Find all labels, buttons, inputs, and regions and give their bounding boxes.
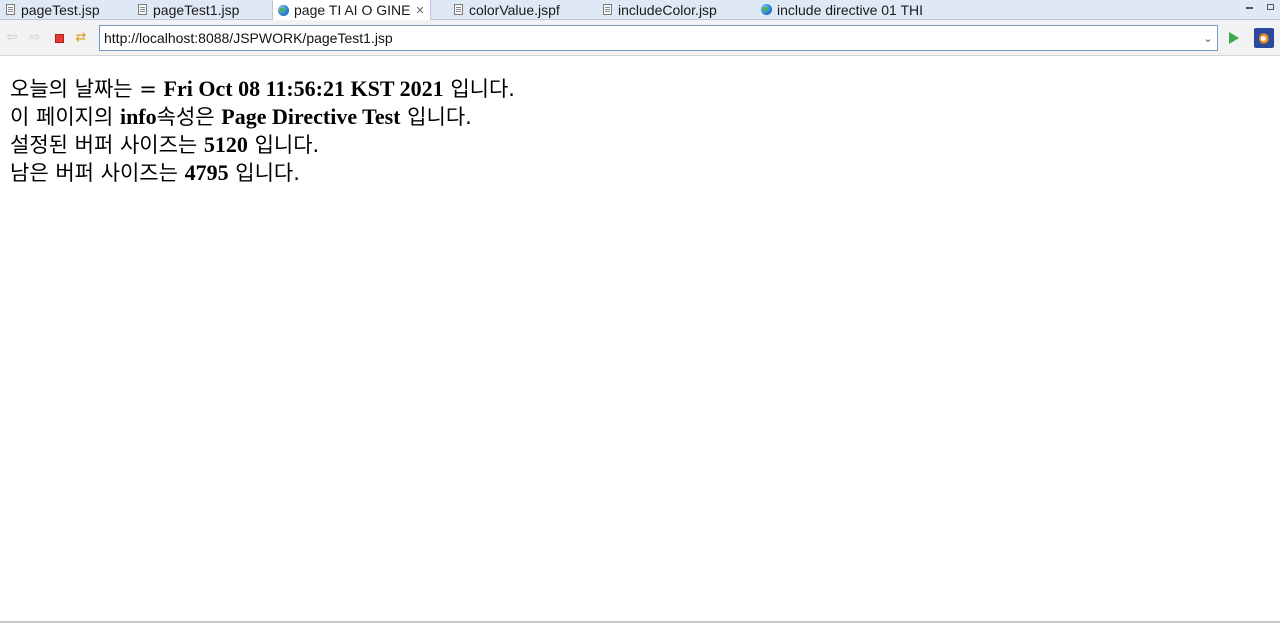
tab-include-directive[interactable]: include directive 01 THI <box>761 0 923 19</box>
stop-icon <box>54 33 64 43</box>
remaining-buffer-label: 남은 버퍼 사이즈는 <box>10 161 185 185</box>
info-keyword: info <box>119 104 157 129</box>
address-bar[interactable]: ⌄ <box>99 25 1218 51</box>
file-icon <box>454 4 463 15</box>
url-input[interactable] <box>100 27 1199 49</box>
info-value: Page Directive Test <box>221 104 401 129</box>
buffer-size-line: 설정된 버퍼 사이즈는 5120 입니다. <box>10 131 1270 159</box>
info-attr-label: 속성은 <box>156 105 222 129</box>
close-icon[interactable]: ✕ <box>415 4 424 17</box>
globe-icon <box>278 4 289 16</box>
go-button[interactable] <box>1226 30 1242 46</box>
tab-includecolor-jsp[interactable]: includeColor.jsp <box>603 0 717 19</box>
file-icon <box>138 4 147 15</box>
tab-label: page TI AI O GINE <box>294 2 411 18</box>
tab-label: colorValue.jspf <box>469 1 560 18</box>
tab-label: includeColor.jsp <box>618 1 717 18</box>
stop-button[interactable] <box>51 30 67 46</box>
play-icon <box>1229 32 1239 44</box>
file-icon <box>6 4 15 15</box>
eclipse-browser-button[interactable] <box>1254 28 1274 48</box>
tab-page-directive-browser[interactable]: page TI AI O GINE ✕ <box>272 0 431 20</box>
buffer-size-label: 설정된 버퍼 사이즈는 <box>10 133 204 157</box>
buffer-size-suffix: 입니다. <box>247 133 320 157</box>
date-value: Fri Oct 08 11:56:21 KST 2021 <box>163 76 444 101</box>
refresh-button[interactable]: ⇄ <box>73 30 89 46</box>
tab-label: pageTest.jsp <box>21 1 100 18</box>
buffer-size-value: 5120 <box>203 132 248 157</box>
tab-label: pageTest1.jsp <box>153 1 240 18</box>
forward-button[interactable]: ⇨ <box>27 30 43 46</box>
remaining-buffer-suffix: 입니다. <box>228 161 300 185</box>
chevron-down-icon[interactable]: ⌄ <box>1199 27 1217 49</box>
info-label: 이 페이지의 <box>10 105 120 129</box>
remaining-buffer-value: 4795 <box>184 160 229 185</box>
globe-icon <box>761 4 772 15</box>
editor-tab-bar: pageTest.jsp pageTest1.jsp page TI AI O … <box>0 0 1280 20</box>
forward-arrow-icon: ⇨ <box>29 30 41 45</box>
browser-window: pageTest.jsp pageTest1.jsp page TI AI O … <box>0 0 1280 623</box>
browser-toolbar: ⇦ ⇨ ⇄ ⌄ <box>0 20 1280 56</box>
remaining-buffer-line: 남은 버퍼 사이즈는 4795 입니다. <box>10 159 1270 187</box>
info-line: 이 페이지의 info속성은 Page Directive Test 입니다. <box>10 103 1270 131</box>
back-button[interactable]: ⇦ <box>4 30 20 46</box>
tab-pagetest-jsp[interactable]: pageTest.jsp <box>6 0 100 19</box>
info-suffix: 입니다. <box>400 105 472 129</box>
tab-pagetest1-jsp[interactable]: pageTest1.jsp <box>138 0 239 19</box>
eclipse-icon <box>1254 28 1274 48</box>
minimize-icon[interactable] <box>1246 7 1253 9</box>
refresh-icon: ⇄ <box>75 30 87 45</box>
date-label: 오늘의 날짜는 = <box>10 77 164 101</box>
tab-colorvalue-jspf[interactable]: colorValue.jspf <box>454 0 560 19</box>
maximize-icon[interactable] <box>1267 4 1274 10</box>
tab-label: include directive 01 THI <box>777 1 924 18</box>
date-line: 오늘의 날짜는 = Fri Oct 08 11:56:21 KST 2021 입… <box>10 75 1270 103</box>
date-suffix: 입니다. <box>443 77 515 101</box>
window-controls <box>1246 0 1274 14</box>
file-icon <box>603 4 612 15</box>
back-arrow-icon: ⇦ <box>6 30 18 45</box>
page-content: 오늘의 날짜는 = Fri Oct 08 11:56:21 KST 2021 입… <box>10 75 1270 187</box>
